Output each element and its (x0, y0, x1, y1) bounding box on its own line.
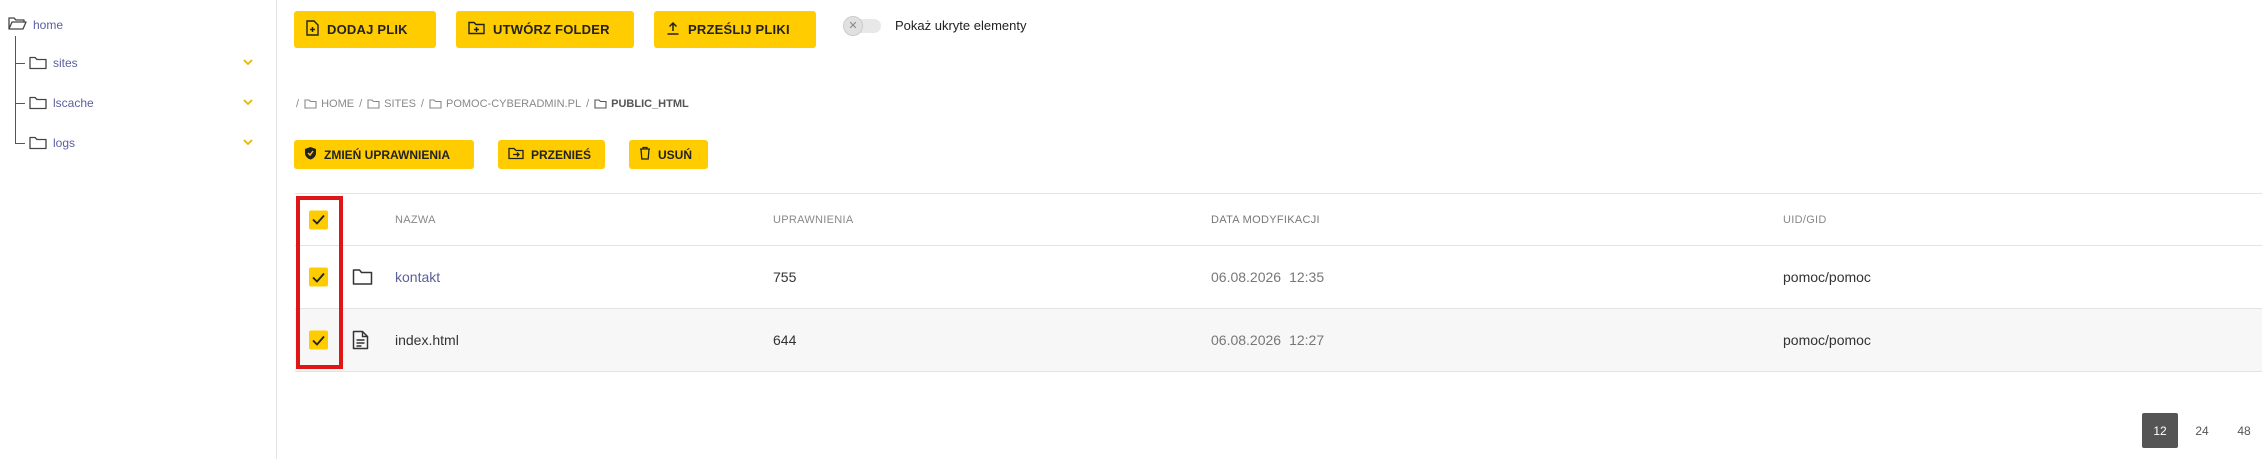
file-table: NAZWA UPRAWNIENIA DATA MODYFIKACJI UID/G… (295, 193, 2262, 372)
page-size-option[interactable]: 12 (2142, 413, 2178, 448)
breadcrumb-separator: / (296, 98, 300, 110)
show-hidden-label: Pokaż ukryte elementy (895, 18, 1027, 33)
column-header-uid-gid[interactable]: UID/GID (1783, 214, 1827, 226)
breadcrumb-sites[interactable]: SITES (367, 98, 416, 110)
change-permissions-label: ZMIEŃ UPRAWNIENIA (324, 147, 450, 162)
create-folder-label: UTWÓRZ FOLDER (493, 22, 610, 37)
column-header-permissions[interactable]: UPRAWNIENIA (773, 214, 854, 226)
page-size-option[interactable]: 48 (2226, 413, 2262, 448)
file-name[interactable]: index.html (395, 332, 459, 348)
folder-icon (29, 96, 47, 110)
change-permissions-button[interactable]: ZMIEŃ UPRAWNIENIA (294, 140, 474, 169)
breadcrumb-label: PUBLIC_HTML (611, 98, 689, 110)
chevron-down-icon[interactable] (241, 55, 255, 72)
close-icon: ✕ (843, 15, 863, 36)
breadcrumb-home[interactable]: HOME (304, 98, 354, 110)
tree-branch (15, 102, 25, 104)
tree-item-logs[interactable]: logs (15, 133, 255, 153)
checkbox-column-highlight (296, 196, 343, 369)
tree-item-lscache[interactable]: lscache (15, 93, 255, 113)
folder-icon (304, 99, 317, 109)
upload-icon (666, 21, 680, 39)
folder-tree-sidebar: home sites lscache logs (0, 0, 277, 459)
create-folder-button[interactable]: UTWÓRZ FOLDER (456, 11, 634, 48)
breadcrumb-label: POMOC-CYBERADMIN.PL (445, 98, 582, 110)
toggle-switch[interactable]: ✕ (843, 15, 881, 36)
file-uid-gid: pomoc/pomoc (1783, 332, 1871, 348)
file-permissions: 755 (773, 269, 797, 285)
breadcrumb-separator: / (420, 98, 424, 110)
folder-icon (429, 99, 442, 109)
tree-item-label: logs (53, 136, 76, 150)
breadcrumb-domain[interactable]: POMOC-CYBERADMIN.PL (429, 98, 581, 110)
file-permissions: 644 (773, 332, 797, 348)
tree-branch (15, 62, 25, 64)
tree-branch (15, 142, 25, 144)
column-header-modified[interactable]: DATA MODYFIKACJI (1211, 214, 1320, 226)
trash-icon (639, 146, 651, 163)
table-header: NAZWA UPRAWNIENIA DATA MODYFIKACJI UID/G… (295, 193, 2262, 246)
show-hidden-toggle[interactable]: ✕ Pokaż ukryte elementy (843, 15, 1027, 36)
upload-files-button[interactable]: PRZEŚLIJ PLIKI (654, 11, 816, 48)
add-file-button[interactable]: DODAJ PLIK (294, 11, 436, 48)
upload-files-label: PRZEŚLIJ PLIKI (688, 22, 790, 37)
folder-icon (594, 99, 607, 109)
breadcrumb-current: PUBLIC_HTML (594, 98, 689, 110)
chevron-down-icon[interactable] (241, 135, 255, 152)
breadcrumb-label: SITES (384, 98, 416, 110)
folder-icon (29, 136, 47, 150)
file-manager-main: DODAJ PLIK UTWÓRZ FOLDER PRZEŚLIJ PLIKI … (278, 0, 2262, 459)
delete-button[interactable]: USUŃ (629, 140, 708, 169)
folder-icon (367, 99, 380, 109)
column-header-name[interactable]: NAZWA (395, 214, 436, 226)
folder-icon (29, 56, 47, 70)
table-row[interactable]: kontakt 755 06.08.2026 12:35 pomoc/pomoc (295, 246, 2262, 309)
file-uid-gid: pomoc/pomoc (1783, 269, 1871, 285)
shield-icon (304, 146, 317, 163)
move-button[interactable]: PRZENIEŚ (498, 140, 605, 169)
delete-label: USUŃ (658, 147, 693, 162)
file-plus-icon (306, 20, 319, 39)
tree-item-label: lscache (53, 96, 94, 110)
breadcrumb-separator: / (586, 98, 590, 110)
add-file-label: DODAJ PLIK (327, 22, 408, 37)
page-size-selector: 12 24 48 (2142, 413, 2262, 448)
folder-move-icon (508, 147, 524, 163)
file-modified: 06.08.2026 12:35 (1211, 269, 1324, 285)
folder-open-icon (8, 16, 27, 34)
breadcrumb-label: HOME (321, 98, 355, 110)
tree-root-label: home (33, 18, 64, 32)
file-time: 12:27 (1289, 332, 1325, 348)
file-document-icon (352, 330, 369, 350)
move-label: PRZENIEŚ (531, 147, 592, 162)
tree-item-sites[interactable]: sites (15, 53, 255, 73)
chevron-down-icon[interactable] (241, 95, 255, 112)
file-date: 06.08.2026 (1211, 332, 1282, 348)
table-row[interactable]: index.html 644 06.08.2026 12:27 pomoc/po… (295, 309, 2262, 372)
tree-root-home[interactable]: home (8, 16, 63, 34)
breadcrumb: / HOME / SITES / POMOC-CYBERADMIN.PL / P… (296, 98, 689, 110)
file-modified: 06.08.2026 12:27 (1211, 332, 1324, 348)
file-date: 06.08.2026 (1211, 269, 1282, 285)
file-name-link[interactable]: kontakt (395, 269, 440, 285)
folder-plus-icon (468, 21, 485, 38)
tree-item-label: sites (53, 56, 78, 70)
breadcrumb-separator: / (359, 98, 363, 110)
page-size-option[interactable]: 24 (2184, 413, 2220, 448)
file-time: 12:35 (1289, 269, 1325, 285)
folder-icon (352, 269, 373, 286)
